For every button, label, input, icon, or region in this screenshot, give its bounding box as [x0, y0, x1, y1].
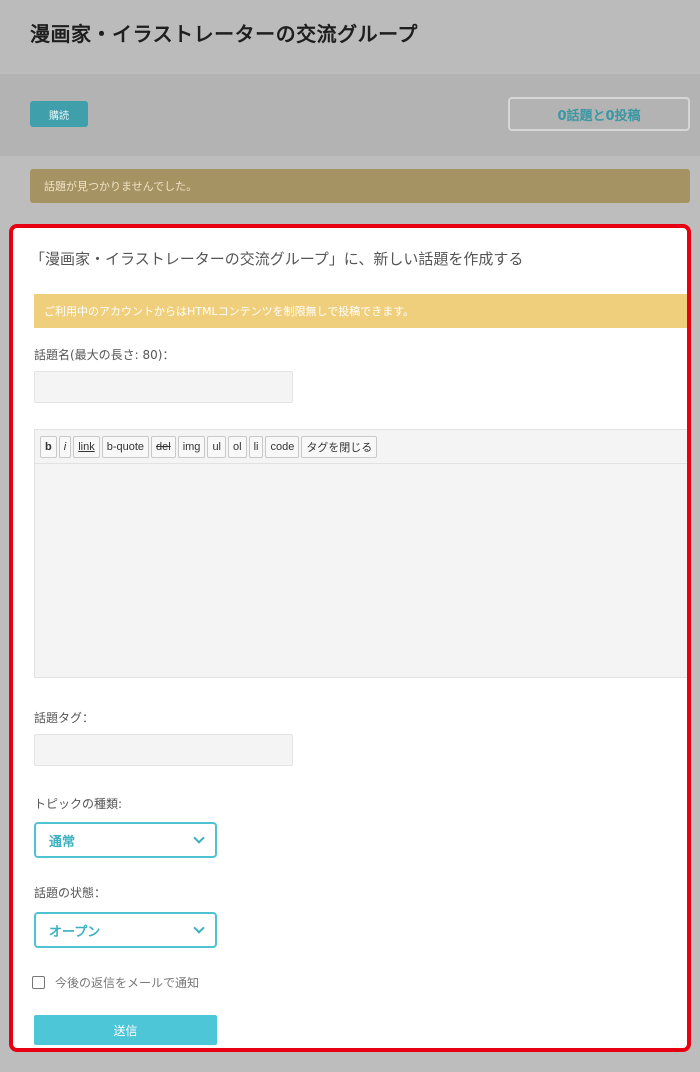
chevron-down-icon — [193, 832, 205, 844]
topic-post-count: 0話題と0投稿 — [508, 97, 690, 131]
no-topics-notice: 話題が見つかりませんでした。 — [30, 169, 690, 203]
submit-button[interactable]: 送信 — [34, 1015, 217, 1045]
topic-type-value: 通常 — [49, 834, 76, 850]
topic-title-label: 話題名(最大の長さ: 80)： — [34, 348, 175, 362]
close-tags-button[interactable]: タグを閉じる — [301, 435, 378, 458]
chevron-down-icon — [193, 922, 205, 934]
notify-checkbox[interactable] — [32, 976, 45, 989]
ordered-list-button[interactable]: ol — [228, 435, 247, 458]
topic-type-label: トピックの種類: — [34, 797, 123, 811]
bold-button[interactable]: b — [40, 435, 57, 458]
topic-status-label: 話題の状態： — [34, 886, 107, 900]
italic-button[interactable]: i — [58, 435, 72, 458]
subscribe-button[interactable]: 購読 — [30, 101, 88, 127]
page-header: 漫画家・イラストレーターの交流グループ — [0, 0, 700, 72]
page-title: 漫画家・イラストレーターの交流グループ — [30, 22, 418, 46]
topic-tags-input[interactable] — [34, 734, 293, 766]
notify-option: 今後の返信をメールで通知 — [32, 974, 199, 991]
code-button[interactable]: code — [265, 435, 300, 458]
new-topic-form: 「漫画家・イラストレーターの交流グループ」に、新しい話題を作成する ご利用中のア… — [9, 224, 691, 1052]
image-button[interactable]: img — [177, 435, 206, 458]
topic-tags-label: 話題タグ： — [34, 711, 95, 725]
topic-status-value: オープン — [49, 924, 101, 940]
unordered-list-button[interactable]: ul — [207, 435, 226, 458]
topic-type-select[interactable]: 通常 — [34, 822, 217, 858]
delete-button[interactable]: del — [151, 435, 176, 458]
notify-label: 今後の返信をメールで通知 — [55, 976, 200, 990]
blockquote-button[interactable]: b-quote — [101, 435, 150, 458]
list-item-button[interactable]: li — [248, 435, 264, 458]
link-button[interactable]: link — [73, 435, 100, 458]
editor-toolbar: b i link b-quote del img ul ol li code タ… — [34, 429, 687, 463]
html-permission-notice: ご利用中のアカウントからはHTMLコンテンツを制限無しで投稿できます。 — [34, 294, 687, 328]
form-heading: 「漫画家・イラストレーターの交流グループ」に、新しい話題を作成する — [30, 250, 524, 268]
topic-title-input[interactable] — [34, 371, 293, 403]
topic-status-select[interactable]: オープン — [34, 912, 217, 948]
topic-body-textarea[interactable] — [34, 463, 687, 678]
